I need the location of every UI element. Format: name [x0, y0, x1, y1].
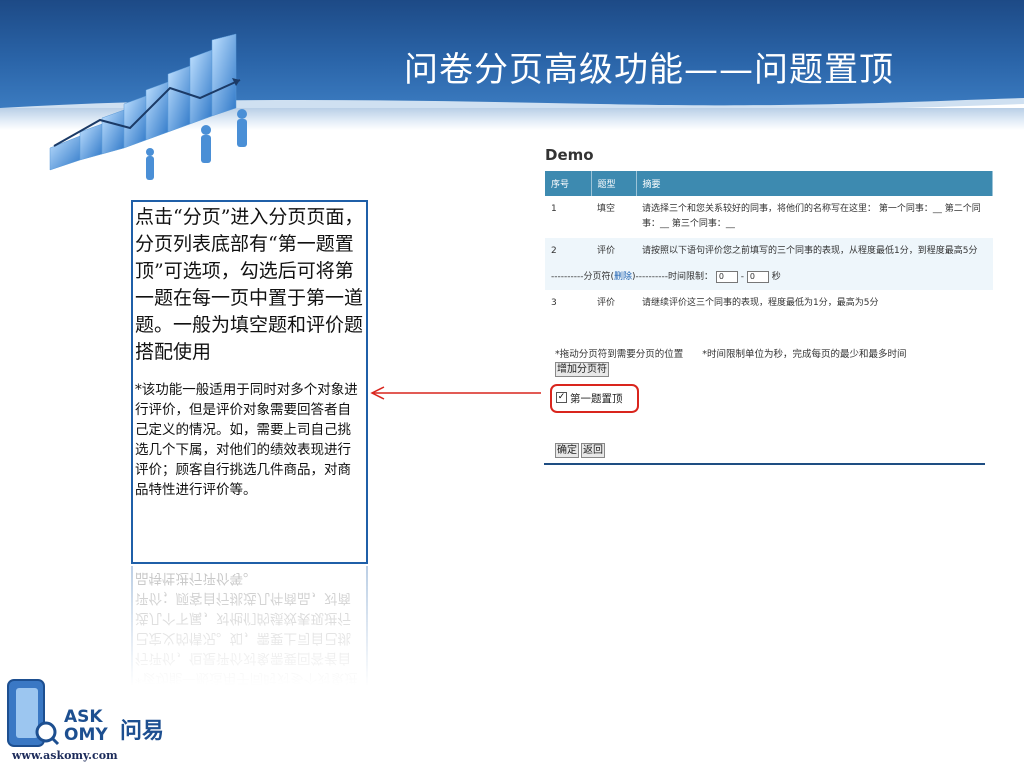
- table-row[interactable]: 1 填空 请选择三个和您关系较好的同事，将他们的名称写在这里： 第一个同事：__…: [545, 196, 993, 238]
- cell-number: 1: [551, 204, 557, 214]
- question-table: 序号 题型 摘要 1 填空 请选择三个和您关系较好的同事，将他们的名称写在这里：…: [545, 171, 993, 317]
- page-break-prefix: ----------分页符(: [551, 272, 614, 282]
- time-limit-min-input[interactable]: 0: [715, 270, 738, 283]
- description-reflection: *该功能一般适用于同时对多个对象进行评价，但是评价对象需要回答者自己定义的情况。…: [131, 566, 368, 686]
- demo-panel: Demo 序号 题型 摘要 1 填空 请选择三个和您关系较好的同事，将他们的名称…: [541, 142, 1000, 465]
- cell-type: 评价: [597, 246, 616, 256]
- column-header-summary: 摘要: [636, 171, 993, 196]
- column-header-type: 题型: [591, 171, 637, 196]
- table-header-row: 序号 题型 摘要: [545, 171, 993, 196]
- cell-summary: 请继续评价这三个同事的表现，程度最低为1分，最高为5分: [642, 298, 879, 308]
- cell-number: 3: [551, 298, 557, 308]
- table-row[interactable]: 2 评价 请按照以下语句评价您之前填写的三个同事的表现，从程度最低1分，到程度最…: [545, 238, 993, 265]
- delete-page-break-link[interactable]: 删除: [614, 272, 632, 282]
- time-limit-dash: -: [740, 272, 745, 282]
- description-reflection-text: *该功能一般适用于同时对多个对象进行评价，但是评价对象需要回答者自己定义的情况。…: [131, 566, 368, 686]
- cell-summary: 请选择三个和您关系较好的同事，将他们的名称写在这里： 第一个同事：__ 第二个同…: [642, 204, 981, 229]
- time-limit-max-input[interactable]: 0: [746, 270, 769, 283]
- description-note: *该功能一般适用于同时对多个对象进行评价，但是评价对象需要回答者自己定义的情况。…: [135, 382, 358, 498]
- action-buttons: 确定 返回: [555, 438, 607, 458]
- pager-hints: *拖动分页符到需要分页的位置 *时间限制单位为秒，完成每页的最少和最多时间: [555, 349, 907, 360]
- add-page-break-button[interactable]: 增加分页符: [555, 362, 609, 377]
- page-break-row[interactable]: ----------分页符(删除)----------时间限制： 0 - 0 秒: [545, 265, 993, 290]
- cell-type: 评价: [597, 298, 616, 308]
- table-row[interactable]: 3 评价 请继续评价这三个同事的表现，程度最低为1分，最高为5分: [545, 290, 993, 317]
- demo-title: Demo: [545, 146, 594, 164]
- cell-summary: 请按照以下语句评价您之前填写的三个同事的表现，从程度最低1分，到程度最高5分: [642, 246, 978, 256]
- page-break-cell: ----------分页符(删除)----------时间限制： 0 - 0 秒: [545, 265, 993, 290]
- cell-number: 2: [551, 246, 557, 256]
- pointer-arrow-icon: [370, 386, 548, 400]
- time-limit-unit: 秒: [771, 272, 781, 282]
- cell-type: 填空: [597, 204, 616, 214]
- first-question-top-label[interactable]: 第一题置顶: [570, 391, 623, 406]
- description-main: 点击“分页”进入分页页面，分页列表底部有“第一题置顶”可选项，勾选后可将第一题在…: [135, 206, 364, 363]
- logo-text-cn: 问易: [120, 719, 164, 744]
- description-box: 点击“分页”进入分页页面，分页列表底部有“第一题置顶”可选项，勾选后可将第一题在…: [131, 200, 368, 564]
- logo-text-ask: ASK: [64, 707, 103, 727]
- back-button[interactable]: 返回: [581, 443, 605, 458]
- slide-title: 问卷分页高级功能——问题置顶: [404, 50, 894, 90]
- logo-url[interactable]: www.askomy.com: [12, 749, 118, 762]
- ok-button[interactable]: 确定: [555, 443, 579, 458]
- logo-text-omy: OMY: [64, 725, 108, 745]
- bar-chart-illustration-icon: [49, 33, 247, 180]
- page-break-middle: )----------时间限制：: [632, 272, 714, 282]
- first-question-top-checkbox[interactable]: ✓: [556, 392, 567, 403]
- column-header-number: 序号: [545, 171, 592, 196]
- first-question-top-highlight: ✓ 第一题置顶: [550, 384, 639, 413]
- demo-divider: [544, 463, 985, 465]
